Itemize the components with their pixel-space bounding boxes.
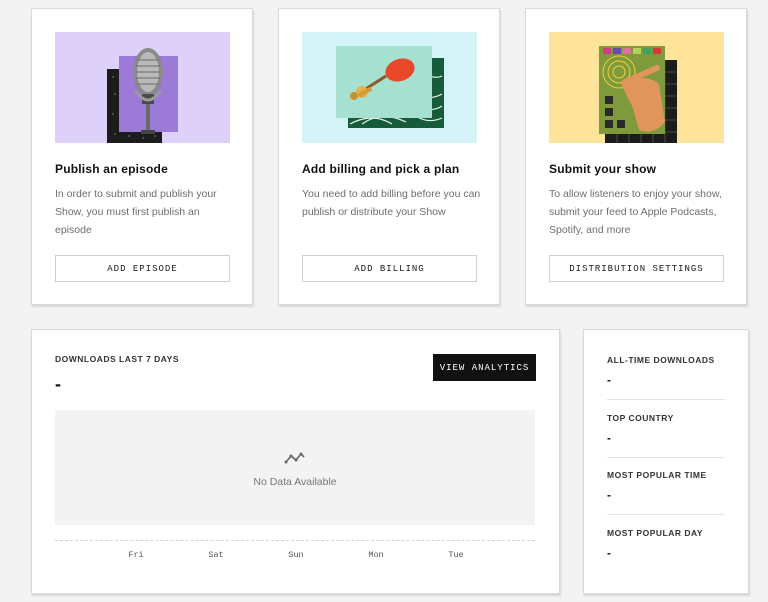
stat-value: -: [607, 488, 611, 502]
line-chart-icon: [284, 452, 305, 464]
x-axis-tick: Mon: [368, 550, 384, 560]
step-description: In order to submit and publish your Show…: [55, 188, 217, 236]
add-episode-button[interactable]: ADD EPISODE: [55, 255, 230, 282]
billing-illustration: [302, 32, 477, 143]
downloads-card: DOWNLOADS LAST 7 DAYS - VIEW ANALYTICS N…: [31, 329, 560, 594]
stat-label: MOST POPULAR TIME: [607, 470, 707, 480]
x-axis-tick: Sun: [288, 550, 304, 560]
x-axis-tick: Tue: [448, 550, 464, 560]
stat-value: -: [607, 431, 611, 445]
x-axis-tick: Fri: [128, 550, 144, 560]
stat-most-popular-time: MOST POPULAR TIME -: [607, 470, 725, 502]
downloads-value: -: [55, 374, 61, 394]
stat-label: TOP COUNTRY: [607, 413, 674, 423]
x-axis-tick: Sat: [208, 550, 224, 560]
step-description: You need to add billing before you can p…: [302, 188, 481, 218]
stat-value: -: [607, 373, 611, 387]
distribution-settings-button[interactable]: DISTRIBUTION SETTINGS: [549, 255, 724, 282]
add-billing-button[interactable]: ADD BILLING: [302, 255, 477, 282]
step-description: To allow listeners to enjoy your show, s…: [549, 188, 722, 236]
step-card-add-billing: Add billing and pick a plan You need to …: [278, 8, 500, 305]
downloads-chart-area: No Data Available: [55, 410, 535, 525]
step-card-submit-show: Submit your show To allow listeners to e…: [525, 8, 747, 305]
stat-most-popular-day: MOST POPULAR DAY -: [607, 528, 725, 560]
stat-divider: [607, 399, 725, 400]
stat-value: -: [607, 546, 611, 560]
step-title: Add billing and pick a plan: [302, 162, 460, 176]
distribution-illustration: [549, 32, 724, 143]
step-title: Submit your show: [549, 162, 657, 176]
no-data-text: No Data Available: [253, 476, 337, 488]
stat-top-country: TOP COUNTRY -: [607, 413, 725, 445]
stat-divider: [607, 457, 725, 458]
step-title: Publish an episode: [55, 162, 168, 176]
microphone-illustration: [55, 32, 230, 143]
stat-label: MOST POPULAR DAY: [607, 528, 704, 538]
stat-divider: [607, 514, 725, 515]
stat-label: ALL-TIME DOWNLOADS: [607, 355, 715, 365]
downloads-label: DOWNLOADS LAST 7 DAYS: [55, 354, 180, 364]
chart-baseline: [55, 540, 535, 541]
stat-all-time-downloads: ALL-TIME DOWNLOADS -: [607, 355, 725, 387]
stats-card: ALL-TIME DOWNLOADS - TOP COUNTRY - MOST …: [583, 329, 749, 594]
view-analytics-button[interactable]: VIEW ANALYTICS: [433, 354, 536, 381]
step-card-publish-episode: Publish an episode In order to submit an…: [31, 8, 253, 305]
